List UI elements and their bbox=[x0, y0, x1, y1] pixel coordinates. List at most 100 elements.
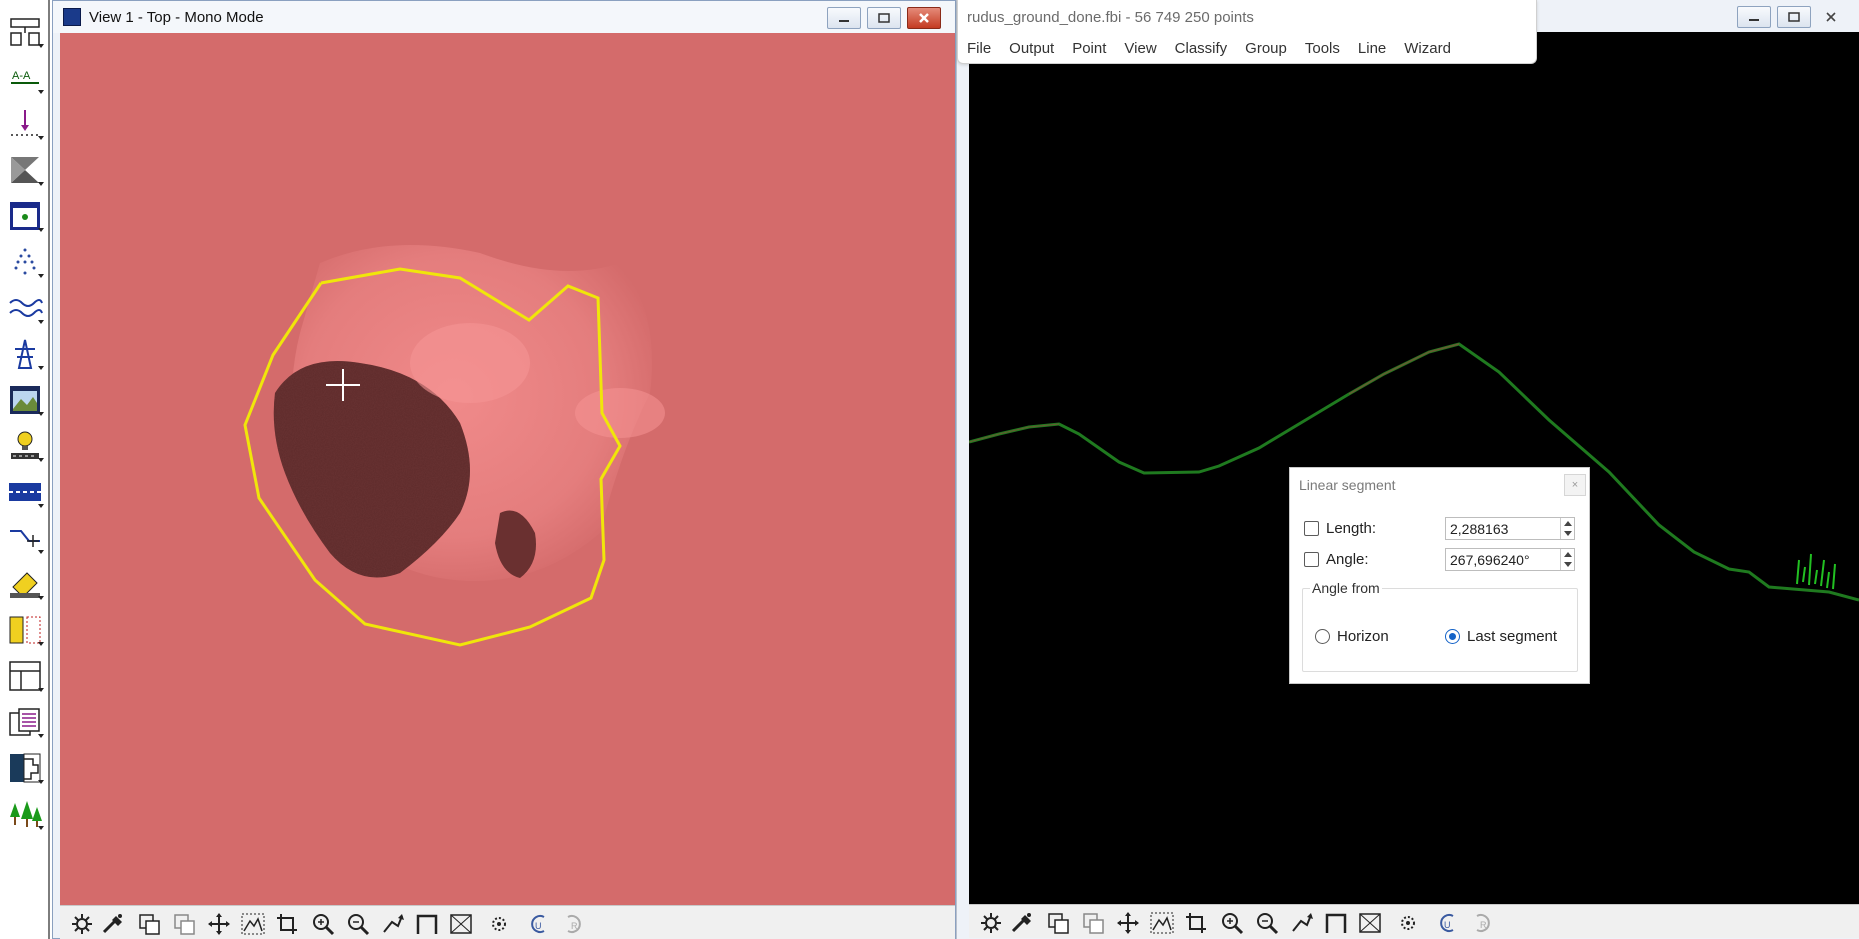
svg-text:R: R bbox=[1480, 920, 1487, 930]
settings-icon[interactable] bbox=[67, 910, 97, 938]
pan-icon[interactable] bbox=[204, 910, 234, 938]
zoom-in-icon[interactable] bbox=[1217, 909, 1247, 937]
length-spinbox[interactable]: 2,288163 bbox=[1445, 517, 1575, 540]
tree-icon[interactable] bbox=[4, 242, 46, 282]
angle-spinner[interactable] bbox=[1560, 549, 1574, 570]
light-icon[interactable] bbox=[4, 426, 46, 466]
fit-icon[interactable] bbox=[378, 910, 408, 938]
view1-title: View 1 - Top - Mono Mode bbox=[89, 8, 264, 26]
box-icon[interactable] bbox=[446, 910, 476, 938]
horizon-label: Horizon bbox=[1337, 628, 1389, 645]
crop-icon[interactable] bbox=[273, 910, 303, 938]
network-icon[interactable] bbox=[4, 12, 46, 52]
app-title: rudus_ground_done.fbi - 56 749 250 point… bbox=[967, 9, 1254, 26]
last-segment-option[interactable]: Last segment bbox=[1445, 628, 1557, 645]
view1-window: View 1 - Top - Mono Mode U R bbox=[52, 0, 956, 939]
maximize-button[interactable] bbox=[867, 7, 901, 29]
svg-text:A-A: A-A bbox=[12, 70, 31, 82]
mountain-icon[interactable] bbox=[1147, 909, 1177, 937]
select-icon[interactable] bbox=[484, 910, 514, 938]
frame-icon[interactable] bbox=[412, 910, 442, 938]
angle-from-label: Angle from bbox=[1310, 580, 1382, 596]
view2-bottom-toolbar: UR bbox=[969, 904, 1859, 938]
svg-text:R: R bbox=[571, 921, 578, 931]
close-icon bbox=[1826, 12, 1836, 22]
drop-line-icon[interactable] bbox=[4, 104, 46, 144]
view1-titlebar: View 1 - Top - Mono Mode bbox=[53, 1, 955, 33]
linear-segment-dialog: Linear segment × Length: 2,288163 Angle:… bbox=[1289, 467, 1590, 684]
close-button[interactable] bbox=[907, 7, 941, 29]
brush-icon[interactable] bbox=[98, 910, 128, 938]
view2-maximize-button[interactable] bbox=[1777, 6, 1811, 28]
zoom-out-icon[interactable] bbox=[1252, 909, 1282, 937]
pan-icon[interactable] bbox=[1113, 909, 1143, 937]
last-segment-radio[interactable] bbox=[1445, 629, 1460, 644]
length-row: Length: bbox=[1304, 520, 1376, 537]
wave-icon[interactable] bbox=[4, 288, 46, 328]
menu-wizard[interactable]: Wizard bbox=[1395, 38, 1460, 60]
forest-icon[interactable] bbox=[4, 794, 46, 834]
top-view-canvas[interactable] bbox=[60, 33, 955, 905]
view-window-icon[interactable] bbox=[4, 196, 46, 236]
view2-close-button[interactable] bbox=[1817, 6, 1845, 28]
menu-classify[interactable]: Classify bbox=[1166, 38, 1237, 60]
angle-label: Angle: bbox=[1326, 551, 1369, 568]
length-spinner[interactable] bbox=[1560, 518, 1574, 539]
box-icon[interactable] bbox=[1355, 909, 1385, 937]
minimize-button[interactable] bbox=[827, 7, 861, 29]
select-icon[interactable] bbox=[1393, 909, 1423, 937]
split-view-icon[interactable] bbox=[4, 610, 46, 650]
zoom-out-icon[interactable] bbox=[343, 910, 373, 938]
report-icon[interactable] bbox=[4, 702, 46, 742]
vector-icon[interactable] bbox=[4, 518, 46, 558]
redo-icon[interactable]: R bbox=[1467, 909, 1497, 937]
copy2-icon[interactable] bbox=[1079, 909, 1109, 937]
undo-icon[interactable]: U bbox=[524, 910, 554, 938]
maximize-icon bbox=[878, 13, 890, 23]
length-checkbox[interactable] bbox=[1304, 521, 1319, 536]
fill-icon[interactable] bbox=[4, 150, 46, 190]
length-value[interactable]: 2,288163 bbox=[1450, 521, 1508, 537]
layout-icon[interactable] bbox=[4, 656, 46, 696]
crop-icon[interactable] bbox=[1182, 909, 1212, 937]
vegetation-points bbox=[1796, 553, 1836, 590]
menu-output[interactable]: Output bbox=[1000, 38, 1063, 60]
menu-view[interactable]: View bbox=[1115, 38, 1165, 60]
section-icon[interactable]: A-A bbox=[4, 58, 46, 98]
redo-icon[interactable]: R bbox=[558, 910, 588, 938]
angle-spinbox[interactable]: 267,696240° bbox=[1445, 548, 1575, 571]
copy2-icon[interactable] bbox=[170, 910, 200, 938]
menu-group[interactable]: Group bbox=[1236, 38, 1296, 60]
brush-icon[interactable] bbox=[1007, 909, 1037, 937]
settings-icon[interactable] bbox=[976, 909, 1006, 937]
copy-icon[interactable] bbox=[135, 910, 165, 938]
left-toolbar: A-A bbox=[0, 0, 50, 939]
length-label: Length: bbox=[1326, 520, 1377, 537]
menu-file[interactable]: File bbox=[958, 38, 1000, 60]
tower-icon[interactable] bbox=[4, 334, 46, 374]
menu-point[interactable]: Point bbox=[1063, 38, 1115, 60]
fit-icon[interactable] bbox=[1287, 909, 1317, 937]
maximize-icon bbox=[1788, 12, 1800, 22]
mountain-icon[interactable] bbox=[238, 910, 268, 938]
dialog-close-button[interactable]: × bbox=[1564, 474, 1586, 496]
image-icon[interactable] bbox=[4, 380, 46, 420]
svg-text:U: U bbox=[1444, 920, 1451, 930]
frame-icon[interactable] bbox=[1321, 909, 1351, 937]
minimize-icon bbox=[1749, 19, 1759, 21]
copy-icon[interactable] bbox=[1044, 909, 1074, 937]
zoom-in-icon[interactable] bbox=[308, 910, 338, 938]
angle-checkbox[interactable] bbox=[1304, 552, 1319, 567]
horizon-option[interactable]: Horizon bbox=[1315, 628, 1389, 645]
undo-icon[interactable]: U bbox=[1433, 909, 1463, 937]
menu-tools[interactable]: Tools bbox=[1296, 38, 1349, 60]
svg-text:U: U bbox=[535, 921, 542, 931]
angle-value[interactable]: 267,696240° bbox=[1450, 552, 1530, 568]
road-icon[interactable] bbox=[4, 472, 46, 512]
view2-minimize-button[interactable] bbox=[1737, 6, 1771, 28]
horizon-radio[interactable] bbox=[1315, 629, 1330, 644]
eraser-icon[interactable] bbox=[4, 564, 46, 604]
view1-app-icon bbox=[63, 8, 81, 26]
histogram-icon[interactable] bbox=[4, 748, 46, 788]
menu-line[interactable]: Line bbox=[1349, 38, 1395, 60]
